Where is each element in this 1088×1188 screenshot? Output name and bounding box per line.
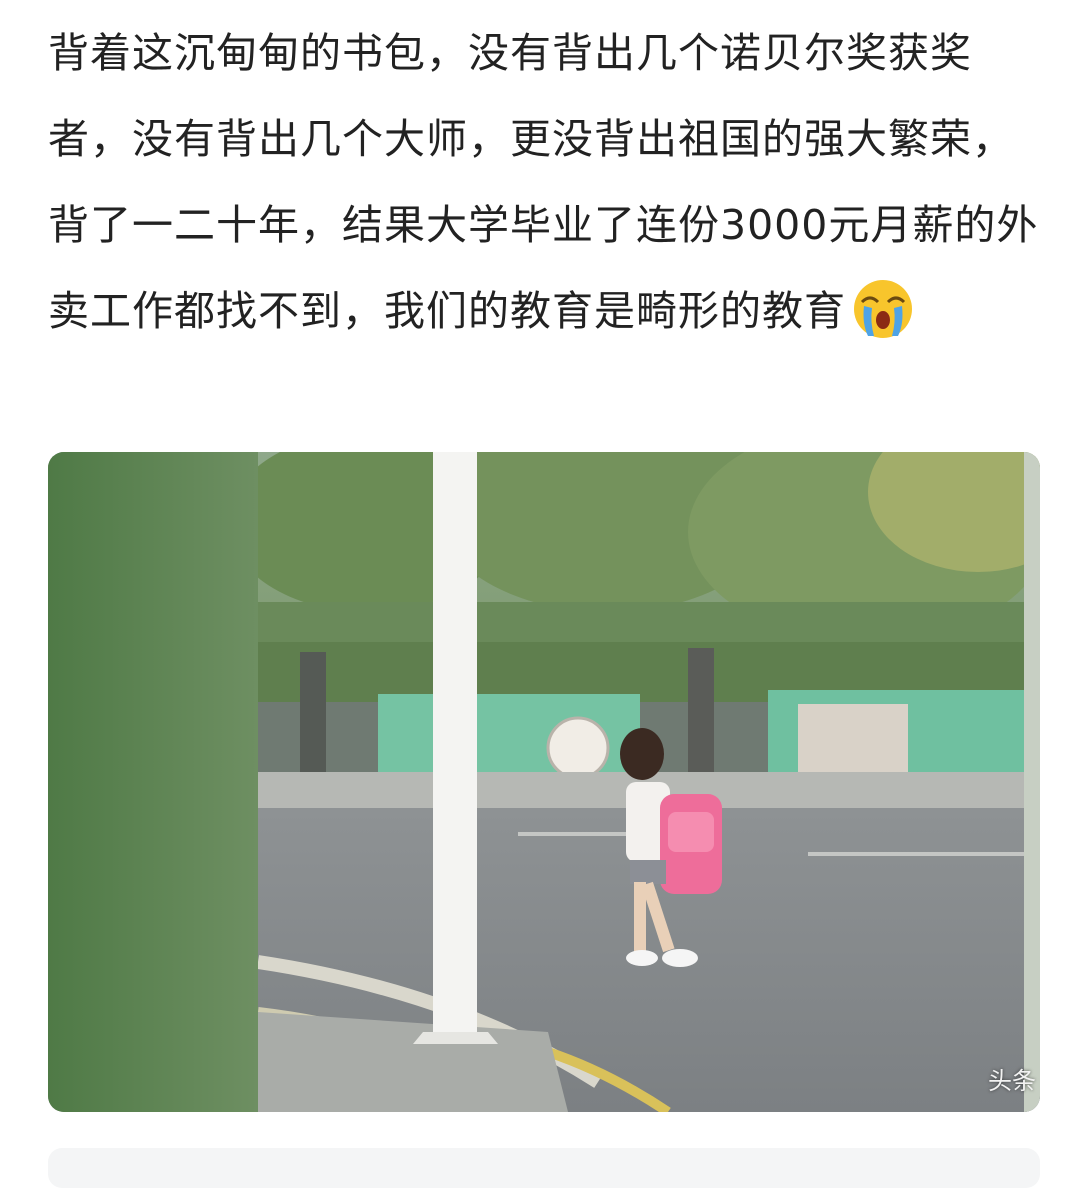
watermark-text: 头条 [988, 1067, 1036, 1095]
post-image[interactable]: 头条 [48, 452, 1040, 1112]
crying-face-icon [852, 278, 914, 340]
street-photo [48, 452, 1040, 1112]
post-text: 背着这沉甸甸的书包，没有背出几个诺贝尔奖获奖者，没有背出几个大师，更没背出祖国的… [48, 10, 1048, 354]
comment-bar[interactable] [48, 1148, 1040, 1188]
